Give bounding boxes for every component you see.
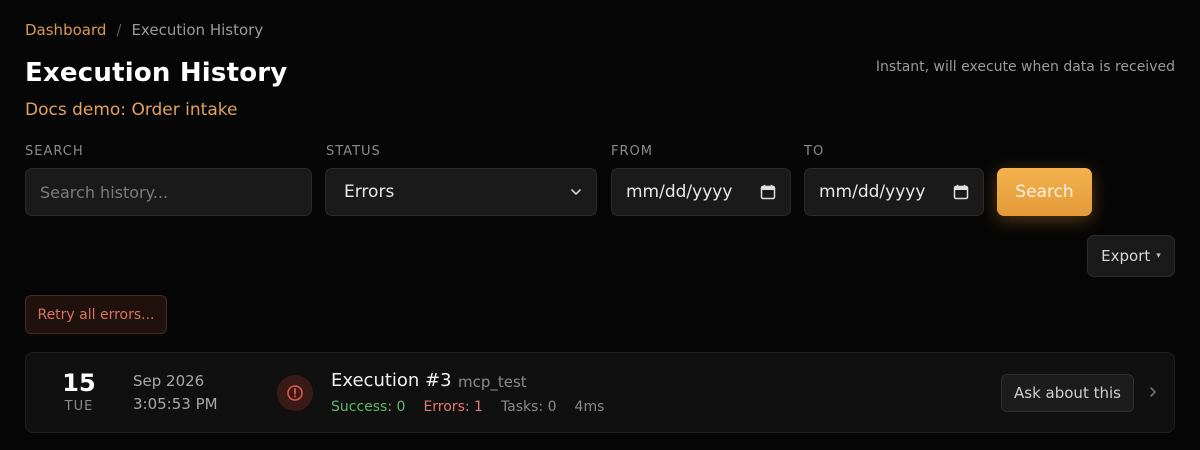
stat-success: Success: 0 [331, 399, 406, 415]
from-date-field[interactable]: mm/dd/yyyy [611, 168, 791, 216]
search-button[interactable]: Search [997, 168, 1092, 216]
to-label: TO [804, 144, 825, 159]
error-status-badge [277, 375, 313, 411]
to-date-value: mm/dd/yyyy [819, 182, 926, 202]
breadcrumb-current: Execution History [131, 21, 264, 39]
from-label: FROM [611, 144, 653, 159]
stat-tasks: Tasks: 0 [500, 399, 557, 415]
execution-tag: mcp_test [458, 373, 527, 391]
export-label: Export [1101, 247, 1151, 265]
breadcrumb: Dashboard / Execution History [25, 21, 263, 39]
search-input[interactable] [40, 182, 297, 202]
execution-weekday: TUE [64, 399, 94, 414]
search-label: SEARCH [25, 144, 84, 159]
status-label: STATUS [326, 144, 381, 159]
chevron-down-icon [571, 189, 581, 195]
to-date-field[interactable]: mm/dd/yyyy [804, 168, 984, 216]
execution-row[interactable]: 15 TUE Sep 2026 3:05:53 PM Execution #3 … [25, 352, 1175, 433]
execution-day: 15 [62, 369, 96, 397]
search-field [25, 168, 312, 216]
status-select[interactable]: Errors [325, 168, 597, 216]
export-button[interactable]: Export ▾ [1087, 235, 1175, 277]
breadcrumb-separator: / [116, 21, 122, 39]
execution-time: 3:05:53 PM [133, 395, 218, 413]
execution-title: Execution #3 [331, 370, 452, 391]
execution-stats: Success: 0 Errors: 1 Tasks: 0 4ms [331, 399, 604, 415]
execution-month-year: Sep 2026 [133, 372, 205, 390]
breadcrumb-dashboard-link[interactable]: Dashboard [25, 21, 106, 39]
ask-about-this-button[interactable]: Ask about this [1001, 374, 1134, 412]
chevron-right-icon[interactable] [1147, 385, 1159, 399]
calendar-icon[interactable] [760, 184, 776, 200]
alert-circle-icon [287, 385, 303, 401]
caret-down-icon: ▾ [1156, 251, 1161, 261]
stat-errors: Errors: 1 [423, 399, 483, 415]
trigger-note: Instant, will execute when data is recei… [875, 59, 1175, 75]
workflow-name: Docs demo: Order intake [25, 100, 238, 120]
from-date-value: mm/dd/yyyy [626, 182, 733, 202]
calendar-icon[interactable] [953, 184, 969, 200]
page-title: Execution History [25, 58, 288, 88]
stat-duration: 4ms [574, 399, 605, 415]
execution-history-page: Dashboard / Execution History Execution … [0, 0, 1200, 450]
retry-all-errors-button[interactable]: Retry all errors... [25, 295, 167, 334]
status-select-value: Errors [344, 182, 395, 202]
